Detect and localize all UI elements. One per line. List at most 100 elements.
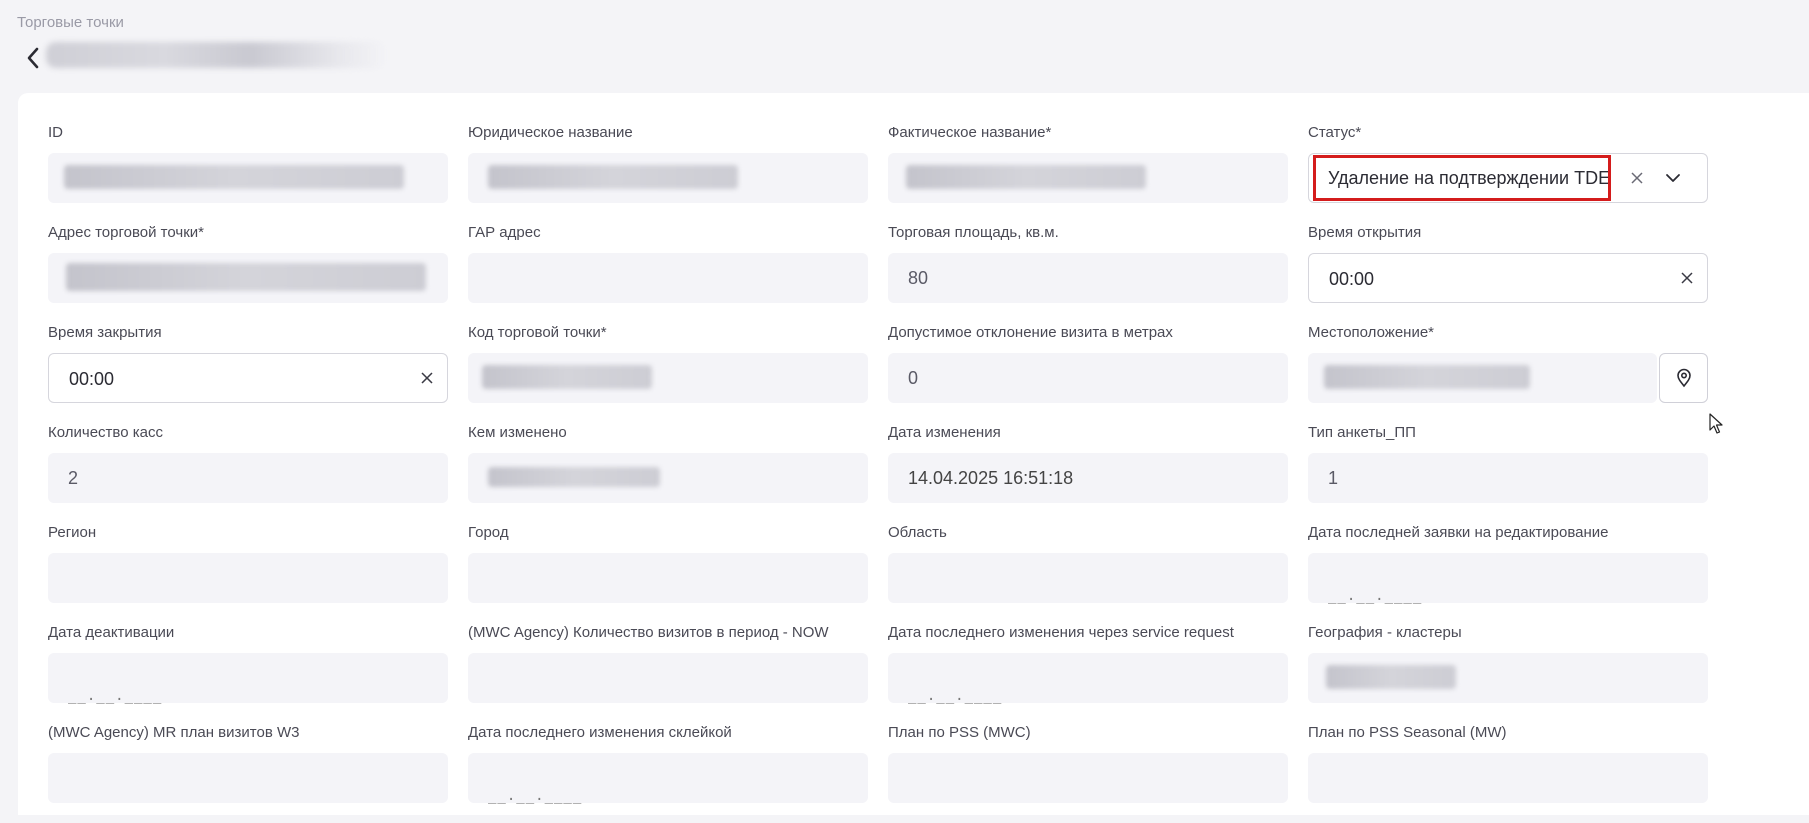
city-field (468, 553, 868, 603)
outlet-form-card: ID Юридическое название Фактическое назв… (18, 93, 1809, 815)
last-change-service-request-field: __.__.____ (888, 653, 1288, 704)
field-status: Статус* Удаление на подтверждении TDE (1308, 123, 1728, 223)
id-field (48, 153, 448, 203)
field-label: Допустимое отклонение визита в метрах (888, 324, 1173, 341)
field-changed-date: Дата изменения 14.04.2025 16:51:18 (888, 423, 1308, 523)
field-label: Дата последнего изменения склейкой (468, 724, 732, 741)
oblast-field (888, 553, 1288, 603)
field-cash-registers: Количество касс 2 (48, 423, 468, 523)
field-label: Город (468, 524, 509, 541)
field-label: Дата последнего изменения через service … (888, 624, 1234, 641)
redacted-value (1326, 665, 1456, 689)
field-label: Код торговой точки* (468, 324, 607, 341)
close-time-clear-button[interactable] (421, 354, 433, 402)
redacted-value (488, 467, 660, 487)
field-label: Дата последней заявки на редактирование (1308, 524, 1609, 541)
field-label: География - кластеры (1308, 624, 1462, 641)
field-label: Количество касс (48, 424, 163, 441)
field-close-time: Время закрытия 00:00 (48, 323, 468, 423)
field-label: Кем изменено (468, 424, 567, 441)
redacted-value (482, 365, 652, 389)
field-label: Регион (48, 524, 97, 541)
redacted-value (906, 165, 1146, 189)
field-label: Юридическое название (468, 124, 633, 141)
field-actual-name: Фактическое название* (888, 123, 1308, 223)
trade-area-field: 80 (888, 253, 1288, 303)
date-mask: __.__.____ (908, 688, 1003, 704)
field-last-change-service-request: Дата последнего изменения через service … (888, 623, 1308, 723)
mouse-cursor-icon (1709, 413, 1723, 440)
open-time-value: 00:00 (1329, 269, 1375, 289)
redacted-value (488, 165, 738, 189)
address-field (48, 253, 448, 303)
status-value[interactable]: Удаление на подтверждении TDE (1313, 155, 1611, 201)
field-label: ГАР адрес (468, 224, 541, 241)
actual-name-field (888, 153, 1288, 203)
close-icon (421, 372, 433, 384)
field-mwc-mr-plan-w3: (MWC Agency) MR план визитов W3 (48, 723, 468, 823)
open-time-clear-button[interactable] (1681, 254, 1693, 302)
changed-by-field (468, 453, 868, 503)
field-gar-address: ГАР адрес (468, 223, 888, 323)
field-label: Область (888, 524, 947, 541)
location-field (1308, 353, 1657, 403)
status-clear-button[interactable] (1631, 154, 1643, 202)
map-pin-icon (1676, 368, 1691, 388)
status-dropdown-button[interactable] (1665, 154, 1681, 202)
field-label: ID (48, 124, 63, 141)
field-last-edit-request-date: Дата последней заявки на редактирование … (1308, 523, 1728, 623)
legal-name-field (468, 153, 868, 203)
location-picker-button[interactable] (1659, 353, 1708, 403)
field-mwc-visits-now: (MWC Agency) Количество визитов в период… (468, 623, 888, 723)
pss-plan-mwc-field (888, 753, 1288, 803)
survey-type-field: 1 (1308, 453, 1708, 503)
field-label: Фактическое название* (888, 124, 1052, 141)
close-icon (1681, 272, 1693, 284)
geo-clusters-field (1308, 653, 1708, 703)
redacted-value (64, 165, 404, 189)
field-label: (MWC Agency) Количество визитов в период… (468, 624, 829, 641)
cash-registers-field: 2 (48, 453, 448, 503)
field-deactivation-date: Дата деактивации __.__.____ (48, 623, 468, 723)
redacted-value (66, 263, 426, 291)
open-time-input[interactable]: 00:00 (1308, 253, 1708, 303)
field-last-change-merge: Дата последнего изменения склейкой __.__… (468, 723, 888, 823)
field-pss-plan-seasonal: План по PSS Seasonal (MW) (1308, 723, 1728, 823)
field-label: Адрес торговой точки* (48, 224, 204, 241)
last-change-merge-field: __.__.____ (468, 753, 868, 804)
field-region: Регион (48, 523, 468, 623)
field-label: Статус* (1308, 124, 1362, 141)
deactivation-date-field: __.__.____ (48, 653, 448, 704)
field-geo-clusters: География - кластеры (1308, 623, 1728, 723)
close-time-input[interactable]: 00:00 (48, 353, 448, 403)
close-time-value: 00:00 (69, 369, 115, 389)
field-label: Время открытия (1308, 224, 1422, 241)
field-label: Тип анкеты_ПП (1308, 424, 1416, 441)
back-button[interactable] (22, 44, 44, 72)
status-select[interactable]: Удаление на подтверждении TDE (1308, 153, 1708, 203)
visit-deviation-field: 0 (888, 353, 1288, 403)
field-label: Дата изменения (888, 424, 1001, 441)
field-label: Время закрытия (48, 324, 162, 341)
date-mask: __.__.____ (1328, 588, 1423, 604)
breadcrumb[interactable]: Торговые точки (17, 14, 124, 31)
field-visit-deviation: Допустимое отклонение визита в метрах 0 (888, 323, 1308, 423)
mwc-mr-plan-w3-field (48, 753, 448, 803)
field-label: Торговая площадь, кв.м. (888, 224, 1059, 241)
field-location: Местоположение* (1308, 323, 1728, 423)
region-field (48, 553, 448, 603)
mwc-visits-now-field (468, 653, 868, 703)
gar-address-field (468, 253, 868, 303)
field-open-time: Время открытия 00:00 (1308, 223, 1728, 323)
field-outlet-code: Код торговой точки* (468, 323, 888, 423)
page-title-redacted (46, 42, 386, 68)
field-changed-by: Кем изменено (468, 423, 888, 523)
chevron-left-icon (27, 47, 39, 69)
field-label: Местоположение* (1308, 324, 1434, 341)
field-id: ID (48, 123, 468, 223)
redacted-value (1324, 365, 1530, 389)
field-legal-name: Юридическое название (468, 123, 888, 223)
field-city: Город (468, 523, 888, 623)
field-label: План по PSS (MWC) (888, 724, 1031, 741)
field-label: (MWC Agency) MR план визитов W3 (48, 724, 300, 741)
